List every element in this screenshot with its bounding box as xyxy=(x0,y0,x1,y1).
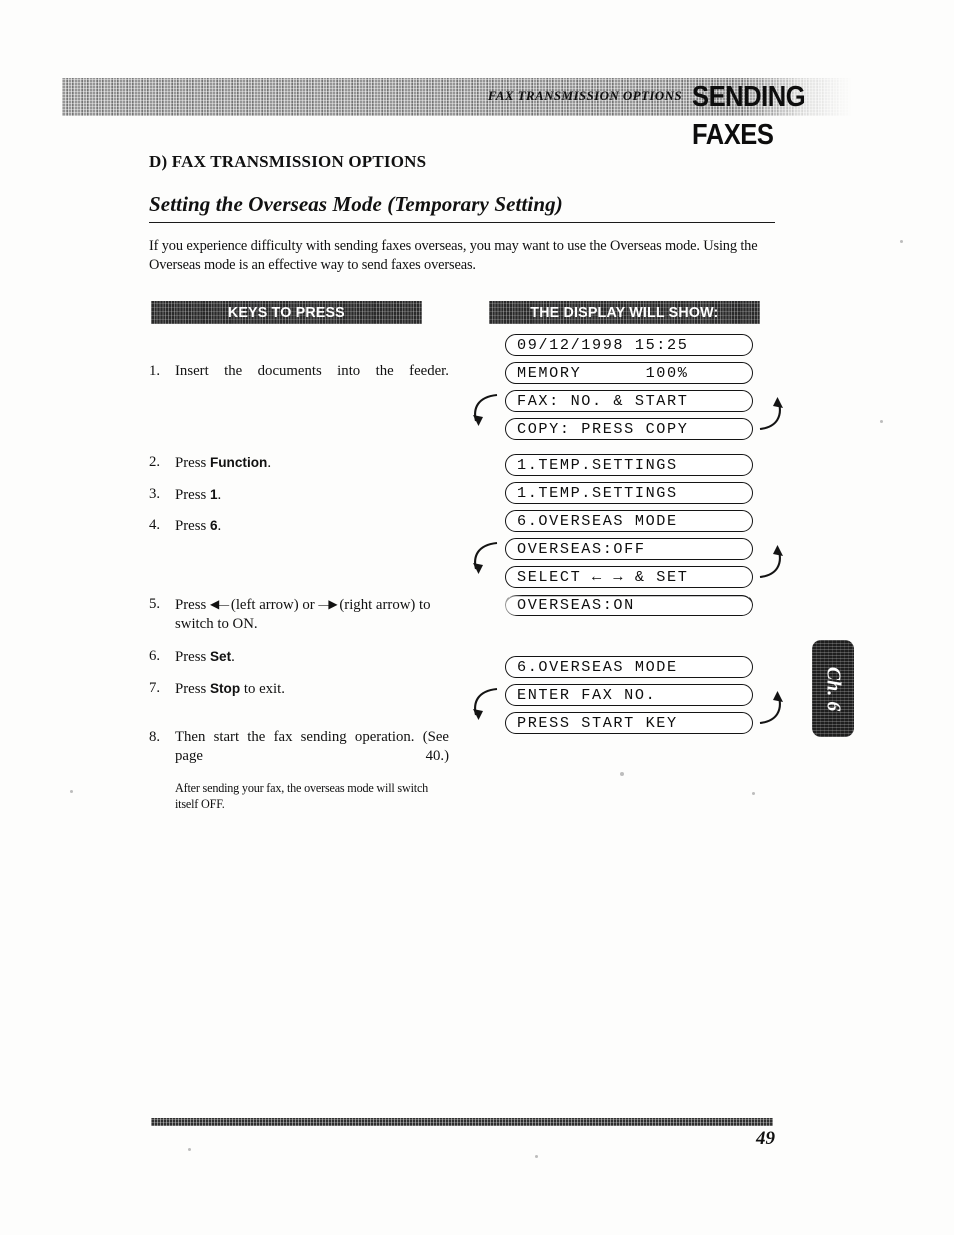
display-will-show-header: THE DISPLAY WILL SHOW: xyxy=(489,301,760,324)
display-group-idle: 09/12/1998 15:25 MEMORY 100% xyxy=(465,334,805,384)
step-number: 4. xyxy=(149,517,161,533)
step-text: Press xyxy=(175,486,210,503)
step-number: 2. xyxy=(149,454,161,470)
cycle-arrow-right-icon xyxy=(756,537,790,589)
left-arrow-icon: ◀— xyxy=(209,596,229,611)
step-number: 7. xyxy=(149,680,161,696)
cycle-arrow-left-icon xyxy=(467,683,501,735)
page-number: 49 xyxy=(756,1128,775,1149)
lcd-line: MEMORY 100% xyxy=(505,362,753,384)
list-item: 4. Press 6. xyxy=(149,516,449,537)
left-arrow-label: (left arrow) or xyxy=(230,596,315,613)
cycle-arrow-left-icon xyxy=(467,389,501,441)
step-text-tail: . xyxy=(217,486,222,503)
scan-speck xyxy=(535,1155,538,1158)
display-group-enter-fax-cycle: ENTER FAX NO. PRESS START KEY xyxy=(465,684,805,734)
lcd-line: SELECT ← → & SET xyxy=(505,566,753,588)
section-letter-heading: D) FAX TRANSMISSION OPTIONS xyxy=(149,152,427,171)
list-item: 2. Press Function. xyxy=(149,453,449,474)
lcd-line: COPY: PRESS COPY xyxy=(505,418,753,440)
scan-speck xyxy=(70,790,73,793)
scan-speck xyxy=(752,792,755,795)
chapter-tab: Ch. 6 xyxy=(812,640,854,737)
document-page: FAX TRANSMISSION OPTIONS SENDING FAXES D… xyxy=(0,0,954,1235)
right-arrow-icon: —▶ xyxy=(318,596,337,611)
step-text: Then start the fax sending operation. (S… xyxy=(175,728,449,765)
step-key-label: 1 xyxy=(209,486,218,502)
list-item: 6. Press Set. xyxy=(149,647,449,668)
lcd-line: OVERSEAS:OFF xyxy=(505,538,753,560)
list-item: 1. Insert the documents into the feeder. xyxy=(149,362,449,401)
list-item: 3. Press 1. xyxy=(149,485,449,506)
display-sequence: 09/12/1998 15:25 MEMORY 100% FAX: NO. & … xyxy=(465,334,805,734)
step-text-tail: . xyxy=(267,455,272,471)
page-title: Setting the Overseas Mode (Temporary Set… xyxy=(149,192,775,223)
step-key-label: Stop xyxy=(209,681,241,696)
display-group-temp-settings: 1.TEMP.SETTINGS xyxy=(465,454,805,476)
list-item: 8. Then start the fax sending operation. … xyxy=(149,728,449,787)
cycle-arrow-right-icon xyxy=(756,683,790,735)
step-number: 3. xyxy=(149,485,161,502)
step-text: Insert the documents into the feeder. xyxy=(175,363,449,379)
steps-list: 1. Insert the documents into the feeder. … xyxy=(149,362,449,786)
footnote-text: After sending your fax, the overseas mod… xyxy=(175,781,429,811)
step-number: 6. xyxy=(149,647,161,664)
keys-to-press-header: KEYS TO PRESS xyxy=(151,301,422,324)
step-key-label: Set xyxy=(209,648,232,664)
scan-speck xyxy=(880,420,883,423)
step-number: 8. xyxy=(149,728,161,745)
cycle-arrow-left-icon xyxy=(467,537,501,589)
scan-speck xyxy=(900,240,903,243)
running-head: FAX TRANSMISSION OPTIONS SENDING FAXES xyxy=(62,78,852,151)
lcd-line: FAX: NO. & START xyxy=(505,390,753,412)
lcd-line: ENTER FAX NO. xyxy=(505,684,753,706)
step-text: Press xyxy=(175,596,207,613)
step-key-label: 6 xyxy=(209,518,218,533)
lcd-line: 09/12/1998 15:25 xyxy=(505,334,753,356)
scan-speck xyxy=(188,1148,191,1151)
step-key-label: Function xyxy=(209,455,268,470)
step-text: Press xyxy=(175,455,210,471)
display-group-overseas-on: OVERSEAS:ON xyxy=(465,594,805,616)
step-number: 5. xyxy=(149,595,161,612)
running-head-left-title: FAX TRANSMISSION OPTIONS xyxy=(487,88,682,103)
scan-speck xyxy=(620,772,624,776)
list-item: 7. Press Stop to exit. xyxy=(149,679,449,700)
step-text: Press xyxy=(175,518,210,534)
display-group-overseas-mode-2: 6.OVERSEAS MODE xyxy=(465,656,805,678)
step-text: Press xyxy=(175,681,210,697)
display-group-standby-cycle: FAX: NO. & START COPY: PRESS COPY xyxy=(465,390,805,440)
cycle-arrow-right-icon xyxy=(756,389,790,441)
step-text-tail: . xyxy=(231,648,235,665)
step-text-tail: to exit. xyxy=(240,681,285,697)
display-group-temp-settings-2: 1.TEMP.SETTINGS 6.OVERSEAS MODE xyxy=(465,482,805,532)
lcd-line: 1.TEMP.SETTINGS xyxy=(505,482,753,504)
lcd-line: 1.TEMP.SETTINGS xyxy=(505,454,753,476)
step-text: Press xyxy=(175,648,210,665)
footer-rule xyxy=(151,1118,773,1126)
step-number: 1. xyxy=(149,363,161,379)
lcd-line: PRESS START KEY xyxy=(505,712,753,734)
chapter-tab-label: Ch. 6 xyxy=(822,666,845,711)
display-group-overseas-cycle: OVERSEAS:OFF SELECT ← → & SET xyxy=(465,538,805,588)
lcd-line: OVERSEAS:ON xyxy=(505,594,753,616)
lcd-line: 6.OVERSEAS MODE xyxy=(505,510,753,532)
intro-paragraph: If you experience difficulty with sendin… xyxy=(149,238,758,273)
lcd-line: 6.OVERSEAS MODE xyxy=(505,656,753,678)
list-item: 5. Press ◀— (left arrow) or —▶ (right arr… xyxy=(149,595,449,635)
running-head-right-title: SENDING FAXES xyxy=(692,81,806,151)
step-text-tail: . xyxy=(217,518,222,534)
